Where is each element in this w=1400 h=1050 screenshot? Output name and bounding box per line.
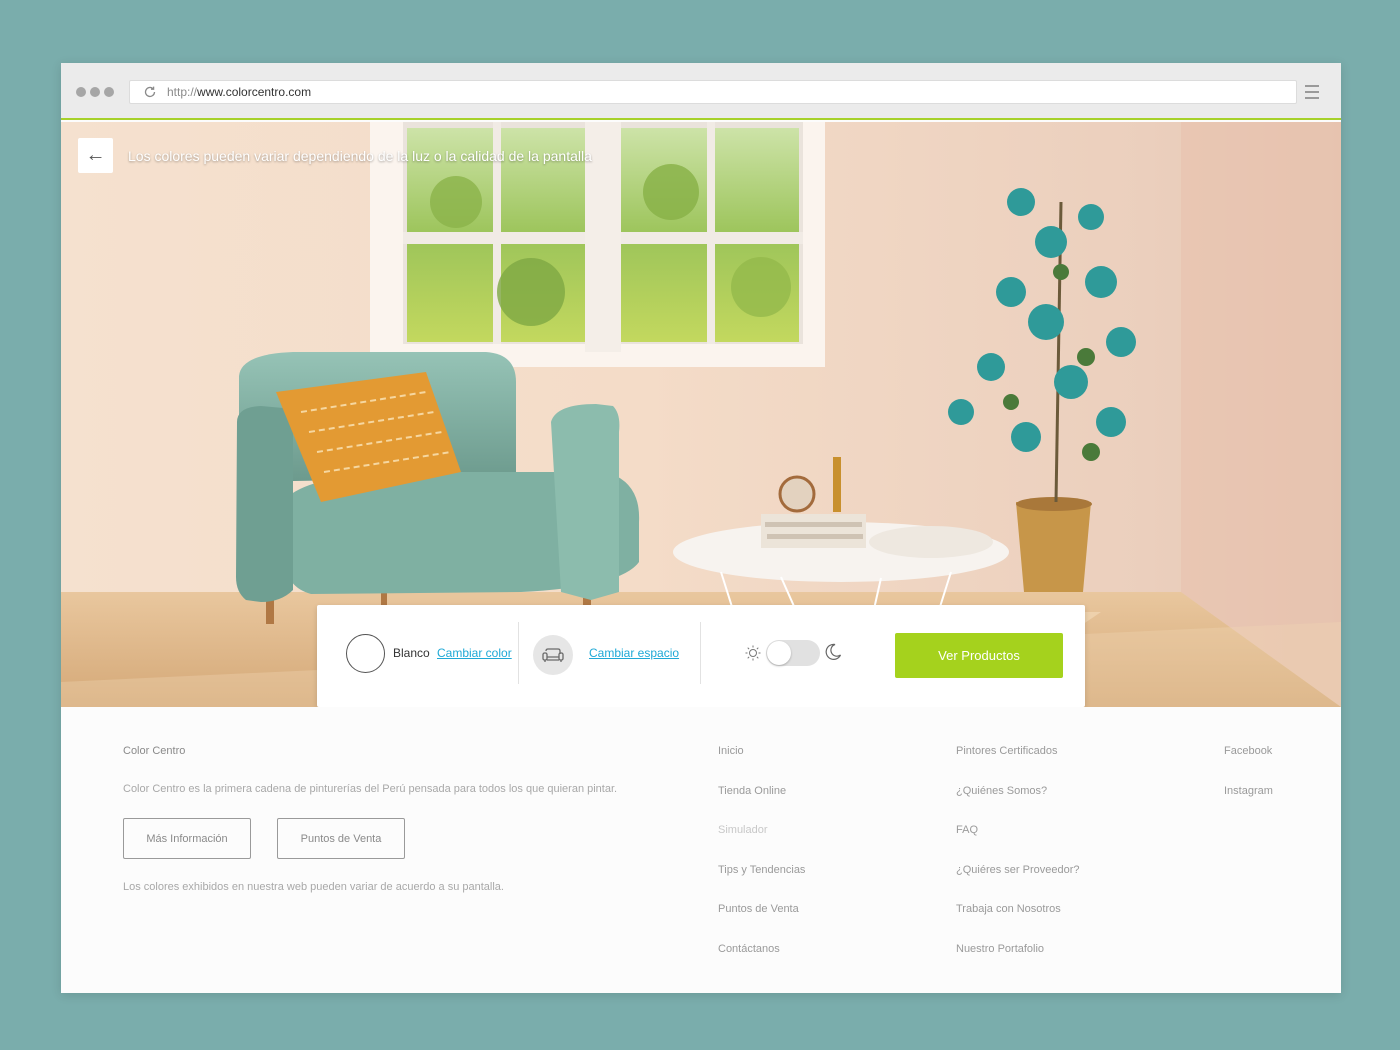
footer-link-quienes-somos[interactable]: ¿Quiénes Somos?	[956, 785, 1080, 825]
url-protocol: http://	[167, 85, 198, 99]
window-dot-icon[interactable]	[76, 87, 86, 97]
browser-toolbar: http://www.colorcentro.com	[61, 63, 1341, 120]
footer-link-inicio[interactable]: Inicio	[718, 745, 805, 785]
color-swatch[interactable]	[346, 634, 385, 673]
footer-link-portafolio[interactable]: Nuestro Portafolio	[956, 943, 1080, 983]
footer-link-proveedor[interactable]: ¿Quiéres ser Proveedor?	[956, 864, 1080, 904]
footer-link-puntos-de-venta[interactable]: Puntos de Venta	[718, 903, 805, 943]
back-button[interactable]: ←	[78, 138, 113, 173]
window-dot-icon[interactable]	[90, 87, 100, 97]
footer-link-tienda-online[interactable]: Tienda Online	[718, 785, 805, 825]
footer-brand: Color Centro	[123, 745, 186, 757]
view-products-button[interactable]: Ver Productos	[895, 633, 1063, 678]
hamburger-menu-icon[interactable]	[1305, 85, 1319, 99]
space-selector-button[interactable]	[533, 635, 573, 675]
url-host: www.colorcentro.com	[197, 85, 312, 99]
footer-disclaimer: Los colores exhibidos en nuestra web pue…	[123, 881, 504, 893]
address-bar[interactable]: http://www.colorcentro.com	[129, 80, 1297, 104]
arrow-left-icon: ←	[85, 144, 106, 166]
footer-link-instagram[interactable]: Instagram	[1224, 785, 1273, 825]
footer: Color Centro Color Centro es la primera …	[61, 707, 1341, 993]
footer-description: Color Centro es la primera cadena de pin…	[123, 783, 618, 795]
divider	[700, 622, 701, 684]
toggle-knob	[767, 641, 791, 665]
footer-link-pintores[interactable]: Pintores Certificados	[956, 745, 1080, 785]
selected-color-name: Blanco	[393, 646, 430, 660]
sun-icon	[745, 645, 761, 661]
footer-social: Facebook Instagram	[1224, 745, 1273, 824]
moon-icon	[825, 643, 842, 660]
window-controls	[76, 87, 114, 97]
footer-link-simulador[interactable]: Simulador	[718, 824, 805, 864]
more-info-button[interactable]: Más Información	[123, 818, 251, 859]
footer-link-tips[interactable]: Tips y Tendencias	[718, 864, 805, 904]
footer-nav-primary: Inicio Tienda Online Simulador Tips y Te…	[718, 745, 805, 982]
footer-link-trabaja[interactable]: Trabaja con Nosotros	[956, 903, 1080, 943]
change-color-link[interactable]: Cambiar color	[437, 646, 512, 660]
change-space-link[interactable]: Cambiar espacio	[589, 646, 679, 660]
footer-link-facebook[interactable]: Facebook	[1224, 745, 1273, 785]
color-disclaimer-notice: Los colores pueden variar dependiendo de…	[128, 148, 592, 164]
reload-icon[interactable]	[143, 85, 157, 99]
browser-window: http://www.colorcentro.com ← Los colores…	[61, 63, 1341, 993]
footer-link-faq[interactable]: FAQ	[956, 824, 1080, 864]
sofa-icon	[542, 648, 564, 662]
url-text[interactable]: http://www.colorcentro.com	[167, 85, 311, 99]
simulator-controls: Blanco Cambiar color Cambiar espacio Ver…	[317, 605, 1085, 707]
divider	[518, 622, 519, 684]
window-dot-icon[interactable]	[104, 87, 114, 97]
points-of-sale-button[interactable]: Puntos de Venta	[277, 818, 405, 859]
day-night-toggle[interactable]	[766, 640, 820, 666]
footer-link-contactanos[interactable]: Contáctanos	[718, 943, 805, 983]
footer-nav-secondary: Pintores Certificados ¿Quiénes Somos? FA…	[956, 745, 1080, 982]
